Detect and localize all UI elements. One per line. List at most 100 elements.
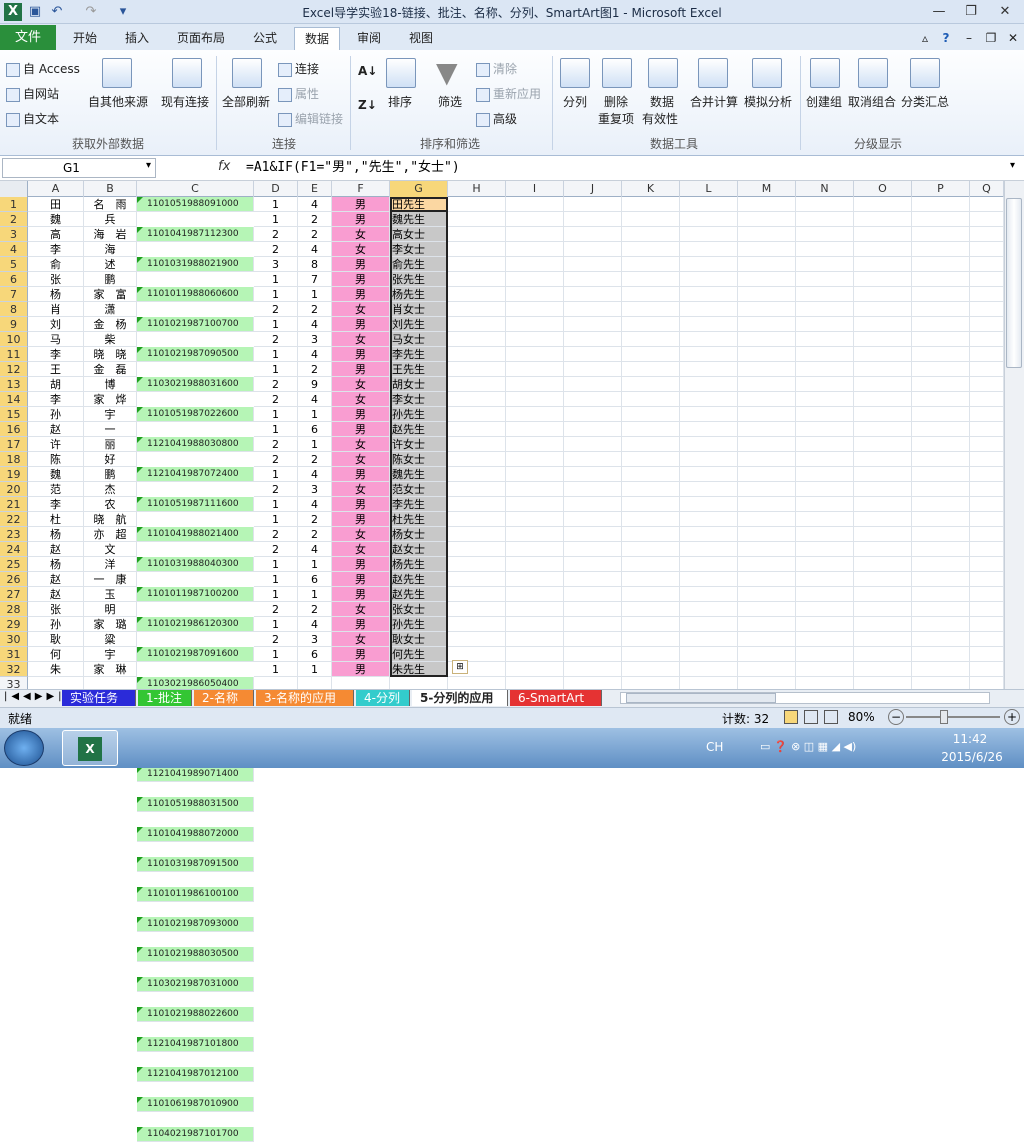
tab-formulas[interactable]: 公式: [242, 27, 288, 50]
cell-c[interactable]: 1101061987010900: [137, 1097, 254, 1112]
cell-empty[interactable]: [796, 317, 854, 332]
doc-minimize-button[interactable]: –: [960, 27, 978, 50]
cell-empty[interactable]: [854, 287, 912, 302]
cell-a[interactable]: 许: [28, 437, 84, 452]
ungroup-button[interactable]: 取消组合: [848, 93, 896, 110]
cell-empty[interactable]: [680, 542, 738, 557]
column-header-b[interactable]: B: [84, 181, 137, 197]
column-header-h[interactable]: H: [448, 181, 506, 197]
cell-empty[interactable]: [854, 212, 912, 227]
row-header[interactable]: 1: [0, 197, 28, 212]
cell-empty[interactable]: [912, 482, 970, 497]
cell-empty[interactable]: [622, 467, 680, 482]
cell-empty[interactable]: [738, 422, 796, 437]
cell-a[interactable]: 李: [28, 242, 84, 257]
cell-empty[interactable]: [738, 662, 796, 677]
cell-empty[interactable]: [738, 212, 796, 227]
cell-f[interactable]: 男: [332, 212, 390, 227]
cell-empty[interactable]: [738, 572, 796, 587]
cell-b[interactable]: 洋: [84, 557, 137, 572]
other-sources-button[interactable]: 自其他来源: [88, 93, 148, 110]
cell-empty[interactable]: [564, 377, 622, 392]
column-header-n[interactable]: N: [796, 181, 854, 197]
cell-empty[interactable]: [970, 227, 1004, 242]
cell-empty[interactable]: [970, 302, 1004, 317]
cell-empty[interactable]: [854, 602, 912, 617]
cell-e[interactable]: 4: [298, 542, 332, 557]
cell-empty[interactable]: [738, 227, 796, 242]
cell-empty[interactable]: [970, 542, 1004, 557]
cell-b[interactable]: 文: [84, 542, 137, 557]
cell-b[interactable]: 一: [84, 422, 137, 437]
cell-f[interactable]: 女: [332, 392, 390, 407]
cell-f[interactable]: 男: [332, 257, 390, 272]
row-header[interactable]: 28: [0, 602, 28, 617]
cell-empty[interactable]: [680, 467, 738, 482]
column-header-c[interactable]: C: [137, 181, 254, 197]
cell-b[interactable]: 家 烨: [84, 392, 137, 407]
cell-a[interactable]: 杨: [28, 527, 84, 542]
cell-empty[interactable]: [680, 197, 738, 212]
cell-d[interactable]: 2: [254, 392, 298, 407]
cell-empty[interactable]: [854, 557, 912, 572]
cell-e[interactable]: 1: [298, 437, 332, 452]
cell-d[interactable]: 2: [254, 242, 298, 257]
cell-empty[interactable]: [854, 302, 912, 317]
cell-empty[interactable]: [448, 407, 506, 422]
cell-empty[interactable]: [448, 392, 506, 407]
cell-empty[interactable]: [680, 347, 738, 362]
cell-b[interactable]: 金 杨: [84, 317, 137, 332]
row-header[interactable]: 31: [0, 647, 28, 662]
cell-d[interactable]: 2: [254, 632, 298, 647]
cell-empty[interactable]: [796, 197, 854, 212]
cell-empty[interactable]: [564, 497, 622, 512]
cell-empty[interactable]: [448, 587, 506, 602]
cell-empty[interactable]: [854, 587, 912, 602]
cell-b[interactable]: 柴: [84, 332, 137, 347]
cell-a[interactable]: 魏: [28, 467, 84, 482]
cell-empty[interactable]: [564, 482, 622, 497]
cell-empty[interactable]: [738, 407, 796, 422]
vertical-scroll-thumb[interactable]: [1006, 198, 1022, 368]
cell-empty[interactable]: [854, 467, 912, 482]
cell-e[interactable]: 4: [298, 392, 332, 407]
cell-empty[interactable]: [912, 662, 970, 677]
cell-empty[interactable]: [680, 407, 738, 422]
cell-empty[interactable]: [738, 197, 796, 212]
cell-empty[interactable]: [680, 572, 738, 587]
cell-empty[interactable]: [854, 407, 912, 422]
cell-empty[interactable]: [738, 527, 796, 542]
page-break-view-icon[interactable]: [824, 710, 838, 724]
cell-empty[interactable]: [796, 602, 854, 617]
cell-empty[interactable]: [564, 422, 622, 437]
cell-empty[interactable]: [854, 227, 912, 242]
cell-a[interactable]: 田: [28, 197, 84, 212]
cell-c[interactable]: 1121041987101800: [137, 1037, 254, 1052]
cell-f[interactable]: 男: [332, 272, 390, 287]
row-header[interactable]: 7: [0, 287, 28, 302]
cell-e[interactable]: 1: [298, 557, 332, 572]
cell-c[interactable]: 1103021988031600: [137, 377, 254, 392]
cell-empty[interactable]: [506, 617, 564, 632]
cell-empty[interactable]: [912, 347, 970, 362]
column-header-l[interactable]: L: [680, 181, 738, 197]
cell-e[interactable]: 2: [298, 212, 332, 227]
cell-empty[interactable]: [622, 317, 680, 332]
cell-empty[interactable]: [448, 347, 506, 362]
cell-a[interactable]: 李: [28, 392, 84, 407]
cell-b[interactable]: 金 磊: [84, 362, 137, 377]
cell-empty[interactable]: [622, 512, 680, 527]
cell-empty[interactable]: [970, 662, 1004, 677]
horizontal-scroll-thumb[interactable]: [626, 693, 776, 703]
cell-empty[interactable]: [506, 407, 564, 422]
cell-d[interactable]: 1: [254, 362, 298, 377]
row-header[interactable]: 21: [0, 497, 28, 512]
row-header[interactable]: 32: [0, 662, 28, 677]
cell-empty[interactable]: [622, 332, 680, 347]
cell-empty[interactable]: [622, 632, 680, 647]
cell-b[interactable]: 宇: [84, 647, 137, 662]
cell-e[interactable]: 6: [298, 572, 332, 587]
cell-empty[interactable]: [680, 212, 738, 227]
cell-empty[interactable]: [448, 452, 506, 467]
cell-d[interactable]: 1: [254, 587, 298, 602]
